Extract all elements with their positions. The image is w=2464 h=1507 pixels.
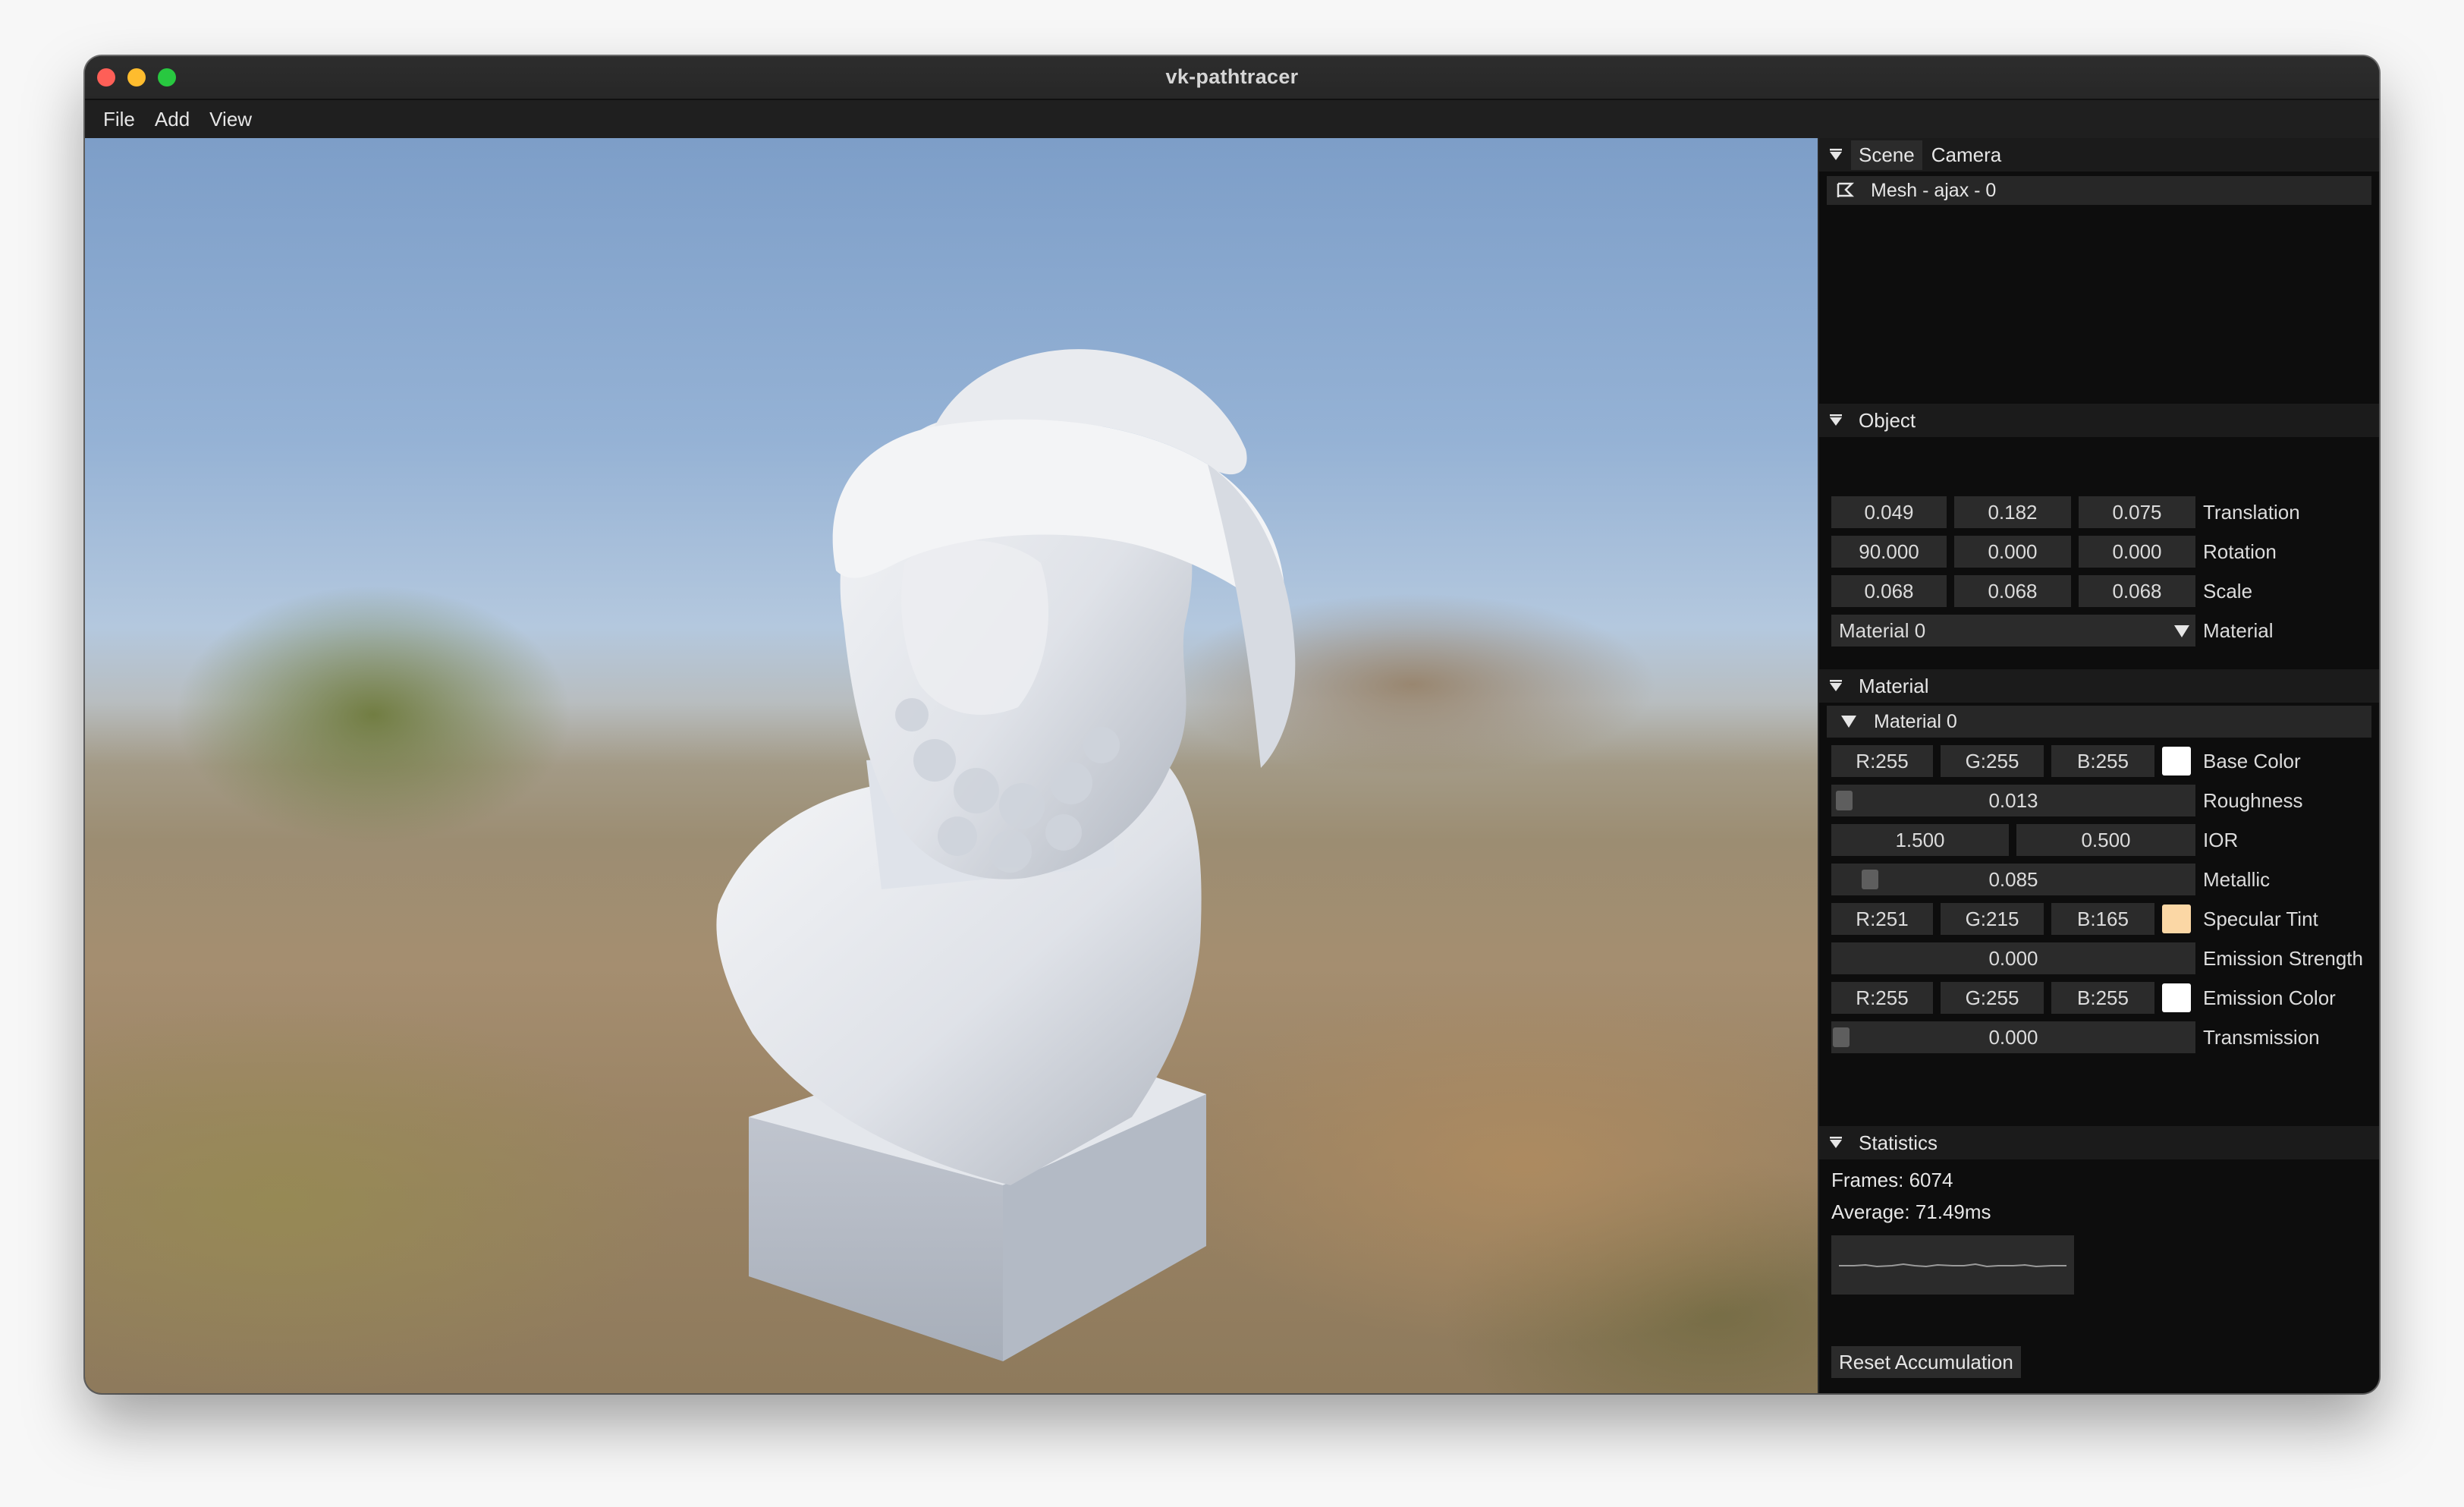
transmission-label: Transmission [2203, 1026, 2320, 1049]
translation-label: Translation [2203, 501, 2300, 524]
material-select-value: Material 0 [1839, 618, 1926, 642]
transmission-slider-handle[interactable] [1833, 1027, 1850, 1047]
metallic-slider[interactable]: 0.085 [1831, 864, 2195, 895]
transmission-value: 0.000 [1988, 1025, 2038, 1049]
metallic-value: 0.085 [1988, 867, 2038, 891]
roughness-slider[interactable]: 0.013 [1831, 785, 2195, 816]
ior-row: 1.500 0.500 IOR [1831, 824, 2378, 856]
collapse-arrow-icon [1830, 414, 1842, 426]
emission-strength-label: Emission Strength [2203, 947, 2363, 970]
emission-color-swatch[interactable] [2162, 983, 2191, 1012]
base-color-b-field[interactable]: B:255 [2051, 745, 2154, 777]
app-window: vk-pathtracer File Add View Scene Camera… [85, 56, 2379, 1393]
expand-arrow-icon [1841, 716, 1856, 728]
metallic-label: Metallic [2203, 868, 2271, 891]
scene-tree-item-label: Mesh - ajax - 0 [1871, 179, 1997, 201]
frame-time-plot [1831, 1235, 2074, 1295]
rotation-label: Rotation [2203, 540, 2277, 563]
base-color-swatch[interactable] [2162, 747, 2191, 776]
material-label: Material [2203, 619, 2274, 642]
material-select-row: Material 0 Material [1831, 615, 2378, 647]
emission-strength-row: 0.000 Emission Strength [1831, 942, 2378, 974]
frame-time-line [1839, 1263, 2066, 1268]
translation-z-field[interactable]: 0.075 [2079, 496, 2195, 528]
ior-field-2[interactable]: 0.500 [2016, 824, 2195, 856]
specular-tint-b-field[interactable]: B:165 [2051, 903, 2154, 935]
scale-x-field[interactable]: 0.068 [1831, 575, 1947, 607]
specular-tint-row: R:251 G:215 B:165 Specular Tint [1831, 903, 2378, 935]
render-viewport[interactable] [85, 138, 1818, 1393]
rotation-x-field[interactable]: 90.000 [1831, 536, 1947, 568]
collapse-arrow-icon [1830, 1137, 1842, 1148]
statistics-section-header[interactable]: Statistics [1819, 1126, 2379, 1159]
emission-color-g-field[interactable]: G:255 [1941, 982, 2044, 1014]
transmission-slider[interactable]: 0.000 [1831, 1021, 2195, 1053]
base-color-g-field[interactable]: G:255 [1941, 745, 2044, 777]
specular-tint-swatch[interactable] [2162, 905, 2191, 933]
reset-accumulation-button[interactable]: Reset Accumulation [1831, 1346, 2021, 1378]
scale-row: 0.068 0.068 0.068 Scale [1831, 575, 2378, 607]
scale-label: Scale [2203, 580, 2253, 602]
window-title: vk-pathtracer [1165, 65, 1299, 88]
object-section-title: Object [1859, 408, 1916, 432]
roughness-value: 0.013 [1988, 788, 2038, 812]
translation-x-field[interactable]: 0.049 [1831, 496, 1947, 528]
object-section-header[interactable]: Object [1819, 404, 2379, 437]
ior-field-1[interactable]: 1.500 [1831, 824, 2009, 856]
roughness-row: 0.013 Roughness [1831, 785, 2378, 816]
base-color-row: R:255 G:255 B:255 Base Color [1831, 745, 2378, 777]
emission-strength-field[interactable]: 0.000 [1831, 942, 2195, 974]
scene-section-header[interactable]: Scene Camera [1819, 138, 2379, 171]
title-bar[interactable]: vk-pathtracer [85, 56, 2379, 100]
material-0-title: Material 0 [1874, 710, 1957, 732]
inspector-panel: Scene Camera Mesh - ajax - 0 Object 0.04… [1818, 138, 2379, 1393]
rotation-z-field[interactable]: 0.000 [2079, 536, 2195, 568]
collapse-arrow-icon [1830, 149, 1842, 160]
frames-count: Frames: 6074 [1831, 1169, 1953, 1191]
translation-y-field[interactable]: 0.182 [1954, 496, 2071, 528]
specular-tint-label: Specular Tint [2203, 908, 2318, 930]
menu-add[interactable]: Add [155, 108, 190, 131]
metallic-row: 0.085 Metallic [1831, 864, 2378, 895]
bust-render [716, 349, 1296, 1361]
average-frame-time: Average: 71.49ms [1831, 1200, 1991, 1223]
material-select[interactable]: Material 0 [1831, 615, 2195, 647]
specular-tint-g-field[interactable]: G:215 [1941, 903, 2044, 935]
emission-color-b-field[interactable]: B:255 [2051, 982, 2154, 1014]
scale-y-field[interactable]: 0.068 [1954, 575, 2071, 607]
translation-row: 0.049 0.182 0.075 Translation [1831, 496, 2378, 528]
scene-tree-item[interactable]: Mesh - ajax - 0 [1827, 176, 2371, 205]
specular-tint-r-field[interactable]: R:251 [1831, 903, 1933, 935]
base-color-r-field[interactable]: R:255 [1831, 745, 1933, 777]
roughness-slider-handle[interactable] [1836, 791, 1853, 810]
menu-view[interactable]: View [209, 108, 252, 131]
emission-color-row: R:255 G:255 B:255 Emission Color [1831, 982, 2378, 1014]
rotation-y-field[interactable]: 0.000 [1954, 536, 2071, 568]
material-section-header[interactable]: Material [1819, 669, 2379, 703]
tab-scene[interactable]: Scene [1851, 140, 1922, 170]
transmission-row: 0.000 Transmission [1831, 1021, 2378, 1053]
statistics-section-title: Statistics [1859, 1131, 1938, 1154]
rotation-row: 90.000 0.000 0.000 Rotation [1831, 536, 2378, 568]
emission-color-label: Emission Color [2203, 986, 2336, 1009]
ior-label: IOR [2203, 829, 2239, 851]
collapse-arrow-icon [1830, 680, 1842, 691]
roughness-label: Roughness [2203, 789, 2303, 812]
scale-z-field[interactable]: 0.068 [2079, 575, 2195, 607]
menu-bar: File Add View [85, 100, 2379, 138]
metallic-slider-handle[interactable] [1862, 870, 1878, 889]
mesh-icon [1837, 182, 1854, 197]
material-0-header[interactable]: Material 0 [1827, 706, 2371, 738]
chevron-down-icon [2174, 625, 2189, 637]
material-section-title: Material [1859, 674, 1929, 697]
tab-camera[interactable]: Camera [1931, 143, 2001, 167]
emission-color-r-field[interactable]: R:255 [1831, 982, 1933, 1014]
base-color-label: Base Color [2203, 750, 2301, 772]
menu-file[interactable]: File [103, 108, 135, 131]
